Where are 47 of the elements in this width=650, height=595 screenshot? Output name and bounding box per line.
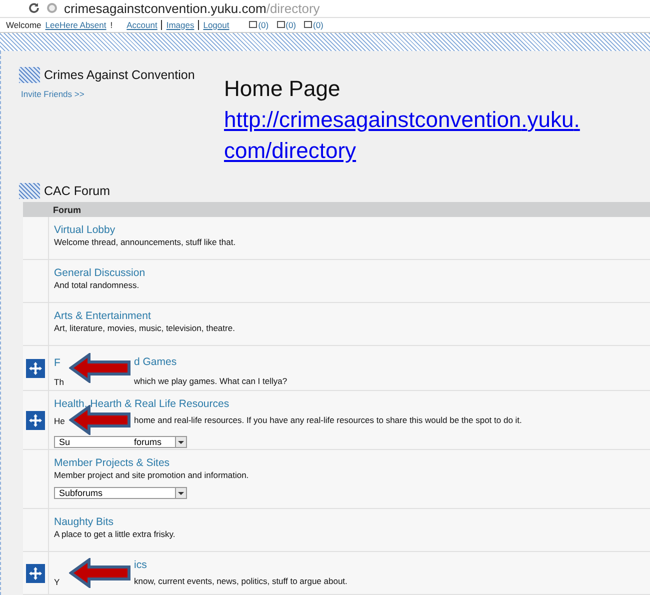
forum-title[interactable]: Naughty Bits [54,516,176,528]
callout-link[interactable]: http://crimesagainstconvention.yuku.com/directory [224,104,644,166]
globe-icon [46,2,58,14]
reload-icon[interactable] [28,2,40,14]
caret-icon[interactable] [175,488,186,498]
forum-description: Welcome thread, announcements, stuff like that. [54,237,236,247]
forum-title[interactable]: Arts & Entertainment [54,310,235,322]
forum-description: Art, literature, movies, music, television, theatre. [54,323,235,333]
forum-title[interactable]: Health, Hearth & Real Life Resources [54,398,522,410]
count-text: (0) [258,20,269,30]
site-title: Crimes Against Convention [44,68,195,82]
username-link[interactable]: LeeHere Absent [45,20,106,30]
count-text: (0) [313,20,324,30]
forum-description: Member project and site promotion and information. [54,470,249,480]
forum-description: A place to get a little extra frisky. [54,529,176,539]
hatch-icon [19,183,40,199]
count-text: (0) [286,20,296,30]
welcome-text: Welcome [6,20,42,30]
address-field[interactable]: crimesagainstconvention.yuku.com/directory [64,0,320,16]
message-icon[interactable] [249,20,258,29]
exclamation-text: ! [110,20,113,30]
forum-description: Th [54,377,64,387]
forum-description: which we play games. What can I tellya? [134,376,288,386]
account-link[interactable]: Logout [203,20,230,30]
forum-title[interactable]: Member Projects & Sites [54,457,249,469]
message-icon[interactable] [276,20,285,29]
forum-title[interactable]: d Games [134,356,177,368]
section-title: CAC Forum [44,184,110,198]
forum-description: And total randomness. [54,280,140,290]
subforums-select[interactable]: Su forums [54,436,187,448]
forum-title[interactable]: General Discussion [54,267,146,279]
forum-description: Y [54,577,60,587]
column-header: Forum [23,202,650,217]
subforums-select[interactable]: Subforums [54,487,187,499]
account-link[interactable]: Images [166,20,194,30]
forum-description: He [54,416,65,426]
forum-title[interactable]: Virtual Lobby [54,224,236,236]
invite-link[interactable]: Invite Friends >> [21,89,84,99]
hatch-icon [19,67,40,83]
caret-icon[interactable] [175,437,186,447]
forum-title[interactable]: ics [134,559,147,571]
forum-title[interactable]: F [54,357,60,369]
forum-description: know, current events, news, politics, stuff to argue about. [134,576,348,586]
account-link[interactable]: Account [126,20,158,30]
forum-description: home and real-life resources. If you have any real-life resources to share this would be the spot to do it. [134,415,522,425]
message-icon[interactable] [304,20,312,29]
callout-heading: Home Page [224,75,340,103]
